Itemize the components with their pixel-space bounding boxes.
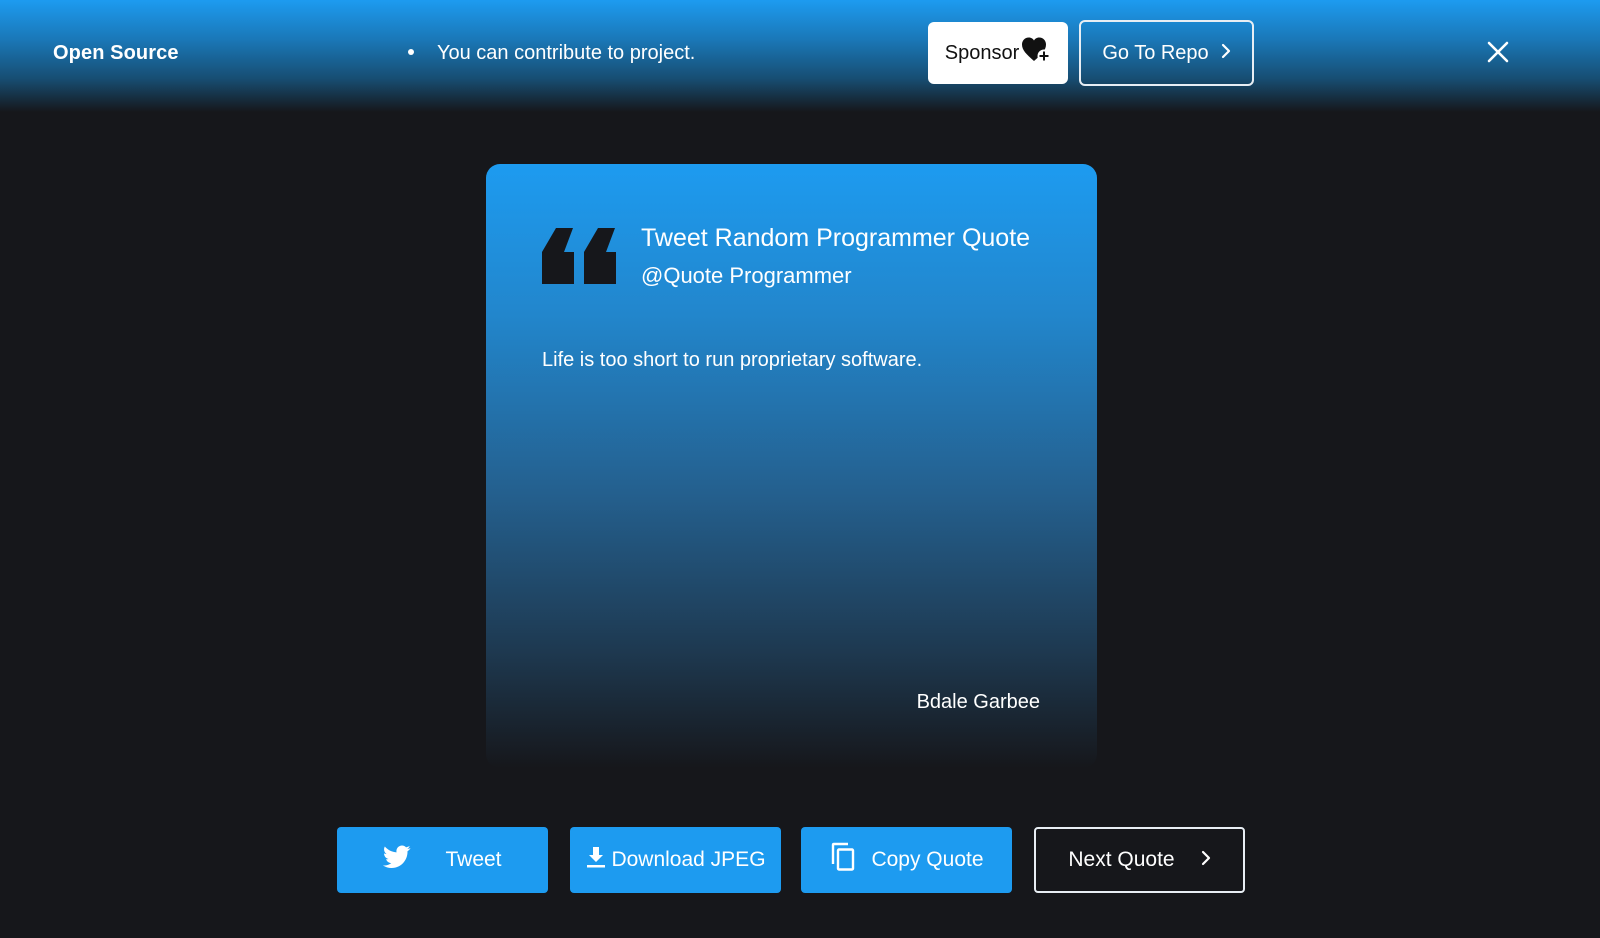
copy-quote-label: Copy Quote bbox=[871, 848, 984, 871]
card-handle: @Quote Programmer bbox=[641, 263, 852, 288]
tweet-button-label: Tweet bbox=[445, 848, 502, 871]
quote-card: Tweet Random Programmer Quote @Quote Pro… bbox=[486, 164, 1097, 768]
go-to-repo-label: Go To Repo bbox=[1102, 41, 1209, 64]
heart-plus-icon bbox=[1021, 36, 1051, 70]
tweet-button[interactable]: Tweet bbox=[337, 827, 548, 893]
open-source-banner: Open Source You can contribute to projec… bbox=[0, 0, 1600, 112]
next-quote-button[interactable]: Next Quote bbox=[1034, 827, 1245, 893]
banner-message: You can contribute to project. bbox=[437, 42, 696, 64]
bullet-icon bbox=[408, 49, 414, 55]
next-quote-label: Next Quote bbox=[1068, 848, 1175, 871]
card-title: Tweet Random Programmer Quote bbox=[641, 224, 1031, 252]
download-icon bbox=[585, 845, 607, 875]
sponsor-button-label: Sponsor bbox=[944, 41, 1020, 64]
copy-icon bbox=[829, 842, 857, 878]
close-banner-button[interactable] bbox=[1484, 40, 1512, 68]
sponsor-button[interactable]: Sponsor bbox=[928, 22, 1068, 84]
chevron-right-icon bbox=[1221, 42, 1231, 65]
copy-quote-button[interactable]: Copy Quote bbox=[801, 827, 1012, 893]
close-icon bbox=[1487, 41, 1509, 68]
chevron-right-icon bbox=[1201, 848, 1211, 872]
go-to-repo-button[interactable]: Go To Repo bbox=[1079, 20, 1254, 86]
twitter-bird-icon bbox=[383, 845, 412, 875]
banner-title: Open Source bbox=[53, 42, 179, 64]
download-jpeg-button[interactable]: Download JPEG bbox=[570, 827, 781, 893]
quote-author: Bdale Garbee bbox=[916, 691, 1040, 713]
quote-mark-icon bbox=[542, 228, 616, 289]
quote-text: Life is too short to run proprietary sof… bbox=[542, 349, 923, 371]
download-jpeg-label: Download JPEG bbox=[611, 848, 766, 871]
